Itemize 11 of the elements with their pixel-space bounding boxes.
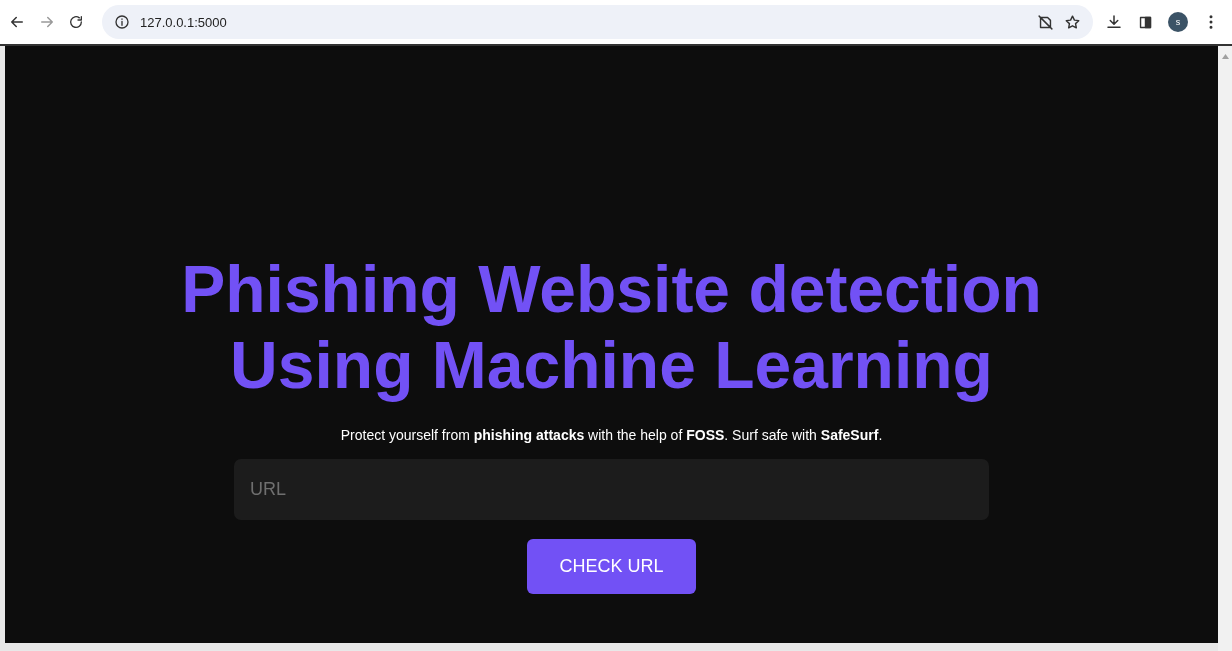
address-bar[interactable]: 127.0.0.1:5000 (102, 5, 1093, 39)
tagline: Protect yourself from phishing attacks with the help of FOSS. Surf safe with SafeSurf. (340, 427, 883, 443)
url-text: 127.0.0.1:5000 (140, 14, 228, 30)
info-icon[interactable] (114, 14, 130, 30)
check-url-button[interactable]: CHECK URL (527, 539, 696, 594)
star-icon[interactable] (1064, 13, 1081, 31)
url-input-field[interactable]: URL (234, 459, 989, 520)
page-title: Phishing Website detection Using Machine Learning (180, 251, 1043, 403)
reload-icon[interactable] (68, 14, 84, 30)
download-icon[interactable] (1105, 13, 1123, 31)
profile-avatar[interactable]: s (1168, 12, 1188, 32)
